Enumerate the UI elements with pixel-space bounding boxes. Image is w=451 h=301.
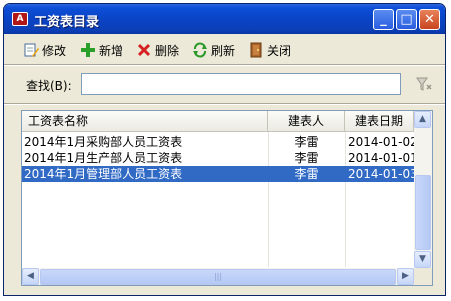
minimize-button[interactable]: _ [373,9,394,30]
edit-icon [23,42,39,58]
column-header-name[interactable]: 工资表名称 [22,111,268,131]
cell-date: 2014-01-01 [348,151,418,165]
window-title: 工资表目录 [34,15,100,30]
door-icon [248,42,264,58]
cell-name: 2014年1月采购部人员工资表 [24,135,183,149]
scroll-grip: ||| [213,272,223,281]
search-input[interactable] [81,73,401,95]
edit-button[interactable]: 修改 [23,41,66,59]
table-row[interactable]: 2014年1月采购部人员工资表 李雷 2014-01-02 [22,134,418,150]
refresh-icon [192,42,208,58]
scroll-right-button[interactable]: ▶ [397,268,414,285]
close-icon: ✕ [424,12,435,27]
cell-date: 2014-01-03 [348,167,418,181]
cell-date: 2014-01-02 [348,135,418,149]
close-window-button[interactable]: ✕ [419,9,440,30]
cell-name: 2014年1月生产部人员工资表 [24,151,183,165]
search-label: 查找(B): [26,79,72,93]
cell-creator: 李雷 [294,167,319,181]
scroll-down-button[interactable]: ▼ [414,251,431,268]
edit-label: 修改 [42,43,67,58]
add-button[interactable]: 新增 [80,41,123,59]
add-label: 新增 [99,43,124,58]
app-icon: A [12,12,28,26]
toolbar-separator [4,64,445,66]
maximize-icon: □ [400,12,413,27]
delete-label: 删除 [155,43,180,58]
table-row-selected[interactable]: 2014年1月管理部人员工资表 李雷 2014-01-03 [22,166,418,182]
cell-creator: 李雷 [294,135,319,149]
refresh-button[interactable]: 刷新 [192,41,235,59]
vertical-scroll-thumb[interactable] [415,175,431,250]
vertical-scrollbar[interactable]: ▲ ▼ [414,111,432,268]
payroll-table: 工资表名称 建表人 建表日期 2014年1月采购部人员工资表 李雷 2014-0… [21,110,433,286]
scroll-up-button[interactable]: ▲ [414,111,431,128]
maximize-button[interactable]: □ [396,9,417,30]
window: A 工资表目录 _ □ ✕ 修改 新增 删除 刷新 关闭 查找(B): 工资表名… [3,3,446,296]
refresh-label: 刷新 [211,43,236,58]
search-separator [4,103,445,105]
table-row[interactable]: 2014年1月生产部人员工资表 李雷 2014-01-01 [22,150,418,166]
minimize-icon: _ [380,12,387,27]
column-header-creator[interactable]: 建表人 [268,111,345,131]
close-label: 关闭 [267,43,292,58]
plus-icon [80,42,96,58]
cell-creator: 李雷 [294,151,319,165]
delete-x-icon [136,42,152,58]
delete-button[interactable]: 删除 [136,41,179,59]
table-header: 工资表名称 建表人 建表日期 [22,111,414,132]
filter-icon[interactable] [416,76,434,92]
scroll-left-button[interactable]: ◀ [22,268,39,285]
scrollbar-corner [414,268,432,285]
horizontal-scrollbar[interactable]: ◀ ||| ▶ [22,268,414,285]
title-bar[interactable]: A 工资表目录 _ □ ✕ [4,4,445,34]
close-button[interactable]: 关闭 [248,41,291,59]
cell-name: 2014年1月管理部人员工资表 [24,167,183,181]
toolbar: 修改 新增 删除 刷新 关闭 [4,34,445,64]
column-header-date[interactable]: 建表日期 [345,111,414,131]
horizontal-scroll-thumb[interactable]: ||| [40,269,396,285]
